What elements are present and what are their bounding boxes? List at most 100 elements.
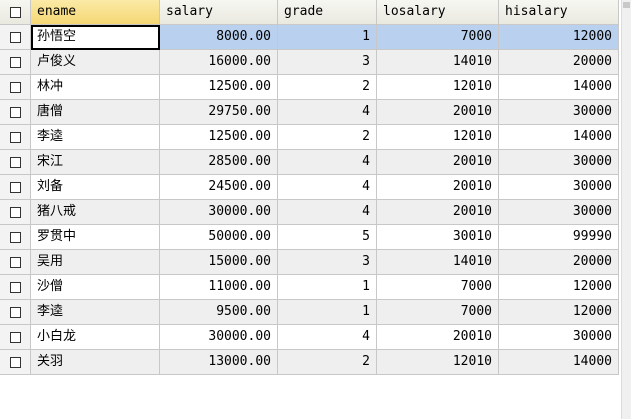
cell-losalary[interactable]: 20010 [377, 100, 499, 125]
cell-ename[interactable]: 李逵 [31, 125, 160, 150]
cell-hisalary[interactable]: 14000 [499, 350, 619, 375]
vertical-scrollbar[interactable] [621, 0, 631, 419]
cell-grade[interactable]: 2 [278, 75, 377, 100]
cell-ename[interactable]: 关羽 [31, 350, 160, 375]
cell-hisalary[interactable]: 30000 [499, 325, 619, 350]
cell-ename[interactable]: 孙悟空 [31, 25, 160, 50]
cell-hisalary[interactable]: 12000 [499, 275, 619, 300]
cell-grade[interactable]: 4 [278, 325, 377, 350]
row-checkbox[interactable] [0, 300, 31, 325]
cell-salary[interactable]: 11000.00 [160, 275, 278, 300]
table-row[interactable]: 李逵 9500.00 1 7000 12000 [0, 300, 619, 325]
row-checkbox[interactable] [0, 150, 31, 175]
cell-hisalary[interactable]: 12000 [499, 25, 619, 50]
row-checkbox[interactable] [0, 225, 31, 250]
column-header-salary[interactable]: salary [160, 0, 278, 25]
cell-salary[interactable]: 12500.00 [160, 125, 278, 150]
cell-hisalary[interactable]: 14000 [499, 125, 619, 150]
table-row[interactable]: 猪八戒 30000.00 4 20010 30000 [0, 200, 619, 225]
table-row[interactable]: 唐僧 29750.00 4 20010 30000 [0, 100, 619, 125]
table-row[interactable]: 刘备 24500.00 4 20010 30000 [0, 175, 619, 200]
column-header-losalary[interactable]: losalary [377, 0, 499, 25]
cell-grade[interactable]: 2 [278, 125, 377, 150]
cell-ename[interactable]: 小白龙 [31, 325, 160, 350]
column-header-ename[interactable]: ename [31, 0, 160, 25]
cell-losalary[interactable]: 7000 [377, 300, 499, 325]
cell-hisalary[interactable]: 20000 [499, 50, 619, 75]
table-row[interactable]: 小白龙 30000.00 4 20010 30000 [0, 325, 619, 350]
scrollbar-thumb[interactable] [623, 2, 630, 8]
cell-grade[interactable]: 5 [278, 225, 377, 250]
cell-salary[interactable]: 30000.00 [160, 325, 278, 350]
row-checkbox[interactable] [0, 250, 31, 275]
cell-salary[interactable]: 9500.00 [160, 300, 278, 325]
cell-hisalary[interactable]: 20000 [499, 250, 619, 275]
cell-losalary[interactable]: 14010 [377, 250, 499, 275]
cell-salary[interactable]: 16000.00 [160, 50, 278, 75]
table-row[interactable]: 李逵 12500.00 2 12010 14000 [0, 125, 619, 150]
cell-grade[interactable]: 3 [278, 250, 377, 275]
cell-hisalary[interactable]: 99990 [499, 225, 619, 250]
cell-ename[interactable]: 宋江 [31, 150, 160, 175]
row-checkbox[interactable] [0, 325, 31, 350]
column-header-hisalary[interactable]: hisalary [499, 0, 619, 25]
cell-losalary[interactable]: 20010 [377, 150, 499, 175]
row-checkbox[interactable] [0, 50, 31, 75]
row-checkbox[interactable] [0, 175, 31, 200]
cell-salary[interactable]: 29750.00 [160, 100, 278, 125]
row-checkbox[interactable] [0, 350, 31, 375]
cell-salary[interactable]: 50000.00 [160, 225, 278, 250]
cell-salary[interactable]: 15000.00 [160, 250, 278, 275]
row-checkbox[interactable] [0, 200, 31, 225]
table-row[interactable]: 罗贯中 50000.00 5 30010 99990 [0, 225, 619, 250]
cell-hisalary[interactable]: 30000 [499, 175, 619, 200]
cell-ename[interactable]: 林冲 [31, 75, 160, 100]
cell-ename[interactable]: 卢俊义 [31, 50, 160, 75]
cell-losalary[interactable]: 12010 [377, 350, 499, 375]
cell-losalary[interactable]: 20010 [377, 325, 499, 350]
cell-grade[interactable]: 3 [278, 50, 377, 75]
table-row[interactable]: 吴用 15000.00 3 14010 20000 [0, 250, 619, 275]
row-checkbox[interactable] [0, 75, 31, 100]
cell-losalary[interactable]: 12010 [377, 75, 499, 100]
cell-grade[interactable]: 1 [278, 275, 377, 300]
cell-grade[interactable]: 1 [278, 300, 377, 325]
cell-losalary[interactable]: 7000 [377, 25, 499, 50]
cell-ename[interactable]: 沙僧 [31, 275, 160, 300]
row-checkbox[interactable] [0, 25, 31, 50]
select-all-checkbox[interactable] [0, 0, 31, 25]
cell-ename[interactable]: 刘备 [31, 175, 160, 200]
cell-grade[interactable]: 4 [278, 175, 377, 200]
cell-salary[interactable]: 28500.00 [160, 150, 278, 175]
cell-hisalary[interactable]: 30000 [499, 150, 619, 175]
table-row[interactable]: 孙悟空 8000.00 1 7000 12000 [0, 25, 619, 50]
table-row[interactable]: 宋江 28500.00 4 20010 30000 [0, 150, 619, 175]
table-row[interactable]: 沙僧 11000.00 1 7000 12000 [0, 275, 619, 300]
cell-losalary[interactable]: 12010 [377, 125, 499, 150]
column-header-grade[interactable]: grade [278, 0, 377, 25]
row-checkbox[interactable] [0, 275, 31, 300]
row-checkbox[interactable] [0, 125, 31, 150]
cell-salary[interactable]: 30000.00 [160, 200, 278, 225]
cell-salary[interactable]: 8000.00 [160, 25, 278, 50]
cell-ename[interactable]: 罗贯中 [31, 225, 160, 250]
cell-salary[interactable]: 12500.00 [160, 75, 278, 100]
cell-losalary[interactable]: 14010 [377, 50, 499, 75]
cell-losalary[interactable]: 7000 [377, 275, 499, 300]
cell-grade[interactable]: 2 [278, 350, 377, 375]
cell-salary[interactable]: 13000.00 [160, 350, 278, 375]
cell-losalary[interactable]: 20010 [377, 175, 499, 200]
cell-hisalary[interactable]: 30000 [499, 200, 619, 225]
cell-ename[interactable]: 吴用 [31, 250, 160, 275]
cell-grade[interactable]: 4 [278, 200, 377, 225]
cell-ename[interactable]: 唐僧 [31, 100, 160, 125]
cell-grade[interactable]: 4 [278, 150, 377, 175]
cell-grade[interactable]: 4 [278, 100, 377, 125]
cell-losalary[interactable]: 30010 [377, 225, 499, 250]
row-checkbox[interactable] [0, 100, 31, 125]
cell-ename[interactable]: 猪八戒 [31, 200, 160, 225]
cell-ename[interactable]: 李逵 [31, 300, 160, 325]
cell-hisalary[interactable]: 30000 [499, 100, 619, 125]
table-row[interactable]: 卢俊义 16000.00 3 14010 20000 [0, 50, 619, 75]
cell-grade[interactable]: 1 [278, 25, 377, 50]
